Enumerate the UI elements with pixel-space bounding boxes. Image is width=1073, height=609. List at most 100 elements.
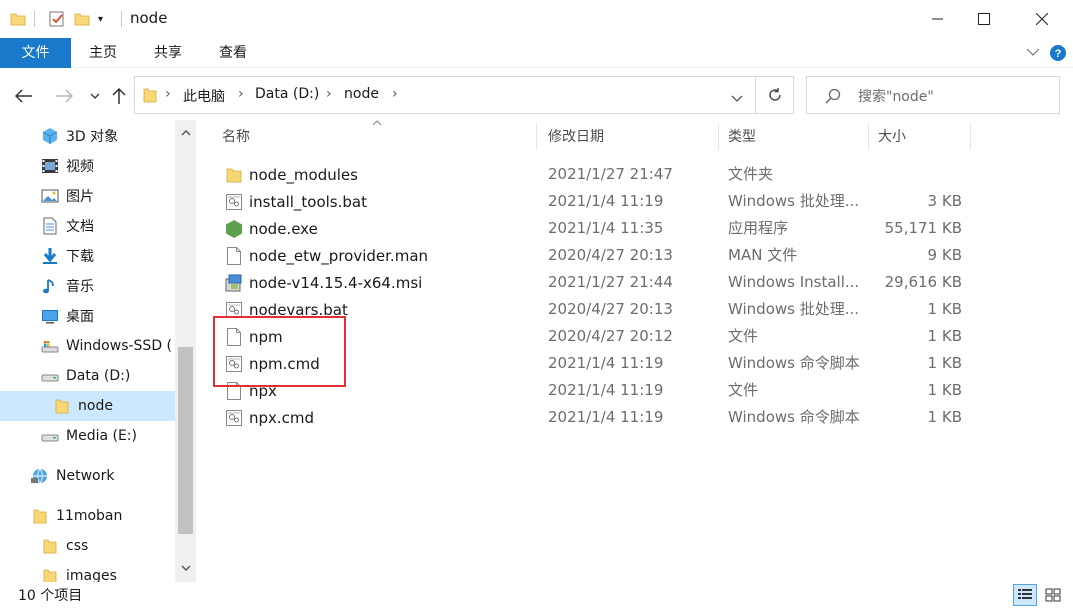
nav-item-label: 视频 [66,159,94,175]
address-bar[interactable]: › 此电脑 › Data (D:) › node › [134,76,756,114]
tab-share[interactable]: 共享 [143,38,193,68]
nav-item-node[interactable]: node [0,391,175,421]
file-name-cell[interactable]: node.exe [224,215,318,242]
file-row[interactable]: install_tools.bat 2021/1/4 11:19 Windows 批… [212,188,972,215]
tab-view[interactable]: 查看 [208,38,258,68]
large-icons-view-icon [1045,588,1061,602]
downloads-icon [40,246,60,266]
nav-item-label: Media (E:) [66,428,137,444]
folder-icon [10,9,26,29]
title-bar: ▾ node [0,0,1073,38]
chevron-right-icon[interactable]: › [326,86,332,102]
file-size: 1 KB [927,408,962,426]
file-size: 29,616 KB [884,273,962,291]
new-folder-icon[interactable] [74,9,90,29]
customize-toolbar-chevron-icon[interactable]: ▾ [98,9,103,29]
file-row[interactable]: node-v14.15.4-x64.msi 2021/1/27 21:44 Wind… [212,269,972,296]
minimize-button[interactable] [915,0,961,38]
nav-item-css[interactable]: css [0,531,175,561]
music-icon [40,276,60,296]
scroll-up-icon[interactable] [175,122,196,142]
file-row[interactable]: node_etw_provider.man 2020/4/27 20:13 MAN … [212,242,972,269]
file-name-cell[interactable]: node-v14.15.4-x64.msi [224,269,422,296]
help-icon[interactable]: ? [1049,44,1067,66]
breadcrumb-node[interactable]: node [344,86,379,102]
file-name: node.exe [249,219,318,238]
nav-item-windows-ssd[interactable]: Windows-SSD ( [0,331,175,361]
scroll-down-icon[interactable] [175,558,196,578]
column-header-size[interactable]: 大小 [868,120,968,154]
column-header-name[interactable]: 名称 [212,120,536,154]
recent-locations-chevron-icon[interactable] [83,84,107,108]
nav-item-label: node [78,398,113,414]
folder-icon [30,506,50,526]
file-size: 3 KB [927,192,962,210]
nav-item-label: css [66,538,89,554]
column-header-date[interactable]: 修改日期 [538,120,718,154]
nav-item-documents[interactable]: 文档 [0,211,175,241]
nav-item-3d-objects[interactable]: 3D 对象 [0,121,175,151]
batch-file-icon [224,408,244,428]
scroll-thumb[interactable] [178,347,193,534]
file-type: Windows Install... [728,273,860,291]
up-button[interactable] [107,84,131,108]
folder-icon [40,536,60,556]
properties-icon[interactable] [48,9,66,29]
file-date: 2020/4/27 20:12 [548,327,673,345]
file-row[interactable]: node_modules 2021/1/27 21:47 文件夹 [212,161,972,188]
file-row[interactable]: npx.cmd 2021/1/4 11:19 Windows 命令脚本 1 KB [212,404,972,431]
file-name: node-v14.15.4-x64.msi [249,273,423,292]
forward-button[interactable] [52,84,76,108]
nav-item-music[interactable]: 音乐 [0,271,175,301]
search-input[interactable]: 搜索"node" [806,76,1060,114]
nav-item-11moban[interactable]: 11moban [0,501,175,531]
column-header-type[interactable]: 类型 [718,120,868,154]
file-date: 2021/1/4 11:35 [548,219,664,237]
breadcrumb-this-pc[interactable]: 此电脑 [183,86,225,106]
nav-item-videos[interactable]: 视频 [0,151,175,181]
file-name: npx.cmd [249,408,315,427]
nav-item-media-e[interactable]: Media (E:) [0,421,175,451]
file-row[interactable]: node.exe 2021/1/4 11:35 应用程序 55,171 KB [212,215,972,242]
nav-item-pictures[interactable]: 图片 [0,181,175,211]
file-date: 2021/1/4 11:19 [548,192,664,210]
chevron-right-icon[interactable]: › [392,86,398,102]
maximize-button[interactable] [961,0,1007,38]
navigation-bar: › 此电脑 › Data (D:) › node › 搜索"node" [0,68,1073,122]
tab-file[interactable]: 文件 [0,38,71,68]
file-name-cell[interactable]: node_modules [224,161,358,188]
file-name-cell[interactable]: node_etw_provider.man [224,242,428,269]
large-icons-view-button[interactable] [1041,584,1065,606]
details-view-button[interactable] [1013,584,1037,606]
expand-ribbon-icon[interactable] [1025,44,1041,64]
nav-item-downloads[interactable]: 下载 [0,241,175,271]
breadcrumb-data-d[interactable]: Data (D:) [255,86,319,102]
nav-item-images[interactable]: images [0,561,175,582]
address-dropdown-chevron-icon[interactable] [731,91,743,107]
chevron-right-icon[interactable]: › [165,86,171,102]
details-view-icon [1018,589,1032,599]
nav-item-label: Network [56,468,115,484]
nav-scrollbar[interactable] [175,120,196,582]
file-name-cell[interactable]: install_tools.bat [224,188,367,215]
nav-item-data-d[interactable]: Data (D:) [0,361,175,391]
back-button[interactable] [12,84,36,108]
drive-icon [40,426,60,446]
file-date: 2021/1/4 11:19 [548,354,664,372]
nav-item-desktop[interactable]: 桌面 [0,301,175,331]
file-type: 文件夹 [728,165,774,183]
file-name: node_modules [249,165,358,184]
3d-objects-icon [40,126,60,146]
refresh-button[interactable] [756,76,794,114]
close-button[interactable] [1019,0,1065,38]
file-name-cell[interactable]: npx.cmd [224,404,314,431]
chevron-right-icon[interactable]: › [238,86,244,102]
file-date: 2021/1/27 21:44 [548,273,673,291]
nav-item-label: 11moban [56,508,123,524]
folder-icon [224,165,244,185]
nav-item-network[interactable]: Network [0,461,175,491]
nav-item-label: 下载 [66,249,94,265]
nav-item-label: 图片 [66,189,94,205]
tab-home[interactable]: 主页 [78,38,128,68]
file-size: 9 KB [927,246,962,264]
